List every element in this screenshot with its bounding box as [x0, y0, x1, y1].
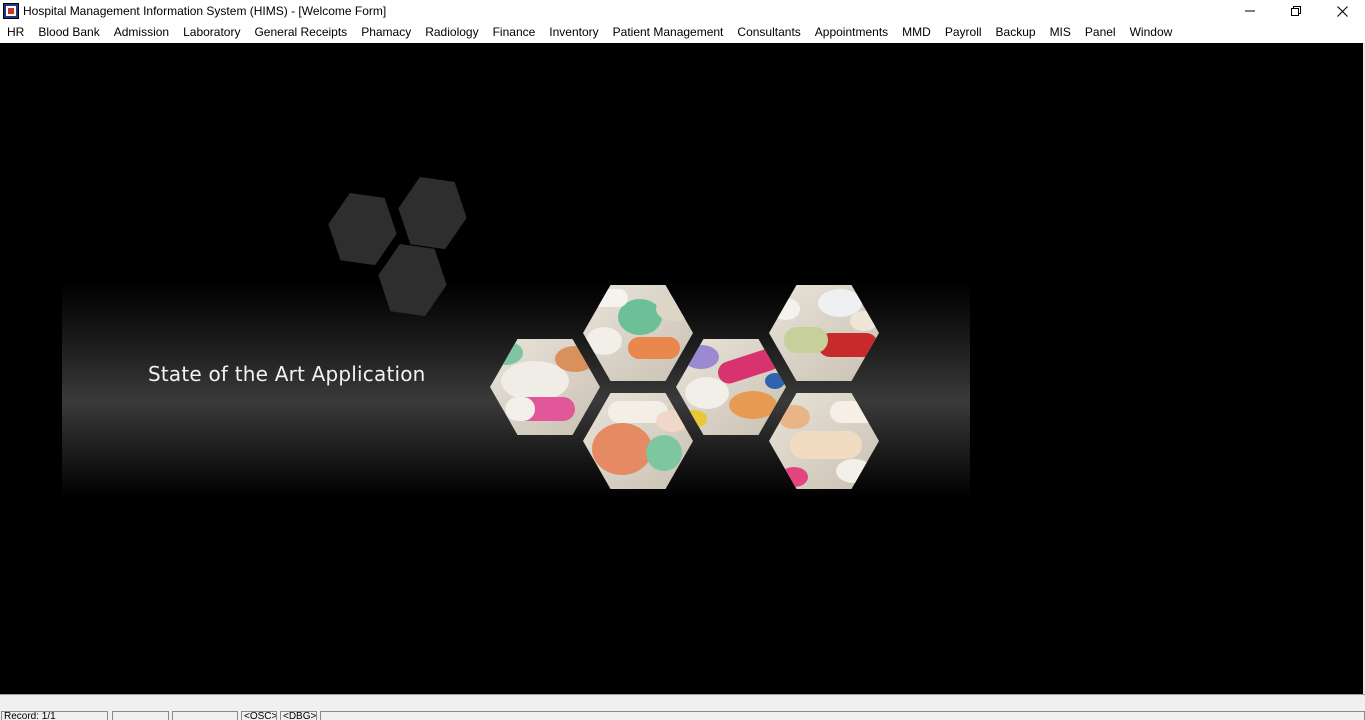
- minimize-icon: [1245, 10, 1255, 12]
- menu-inventory[interactable]: Inventory: [542, 22, 605, 42]
- menu-laboratory[interactable]: Laboratory: [176, 22, 247, 42]
- app-icon[interactable]: [3, 3, 19, 19]
- menu-blood-bank[interactable]: Blood Bank: [31, 22, 106, 42]
- deco-hexagon-1: [328, 192, 397, 266]
- menu-general-receipts[interactable]: General Receipts: [247, 22, 354, 42]
- close-button[interactable]: [1319, 0, 1365, 22]
- status-record-count: Record: 1/1: [1, 711, 108, 720]
- welcome-banner: [62, 283, 970, 498]
- menu-window[interactable]: Window: [1123, 22, 1180, 42]
- close-icon: [1336, 5, 1348, 17]
- status-bar: Record: 1/1 <OSC> <DBG>: [0, 694, 1365, 720]
- welcome-form: State of the Art Application: [0, 43, 1365, 694]
- menu-pharmacy[interactable]: Phamacy: [354, 22, 418, 42]
- restore-icon: [1291, 6, 1301, 16]
- welcome-tagline: State of the Art Application: [148, 362, 426, 386]
- menu-hr[interactable]: HR: [0, 22, 31, 42]
- menu-payroll[interactable]: Payroll: [938, 22, 989, 42]
- menu-mmd[interactable]: MMD: [895, 22, 938, 42]
- status-osc: <OSC>: [241, 711, 277, 720]
- menu-admission[interactable]: Admission: [107, 22, 176, 42]
- menu-mis[interactable]: MIS: [1043, 22, 1078, 42]
- menu-panel[interactable]: Panel: [1078, 22, 1123, 42]
- menu-patient-management[interactable]: Patient Management: [606, 22, 731, 42]
- menu-consultants[interactable]: Consultants: [730, 22, 807, 42]
- menu-backup[interactable]: Backup: [989, 22, 1043, 42]
- window-title: Hospital Management Information System (…: [23, 4, 387, 18]
- menu-appointments[interactable]: Appointments: [808, 22, 895, 42]
- menu-bar: HR Blood Bank Admission Laboratory Gener…: [0, 22, 1365, 42]
- restore-button[interactable]: [1273, 0, 1319, 22]
- status-panel-3: [172, 711, 238, 720]
- status-message-panel: [320, 711, 1365, 720]
- title-bar: Hospital Management Information System (…: [0, 0, 1365, 22]
- deco-hexagon-2: [398, 176, 467, 250]
- status-panel-2: [112, 711, 169, 720]
- menu-radiology[interactable]: Radiology: [418, 22, 485, 42]
- status-dbg: <DBG>: [280, 711, 317, 720]
- minimize-button[interactable]: [1227, 0, 1273, 22]
- menu-finance[interactable]: Finance: [486, 22, 543, 42]
